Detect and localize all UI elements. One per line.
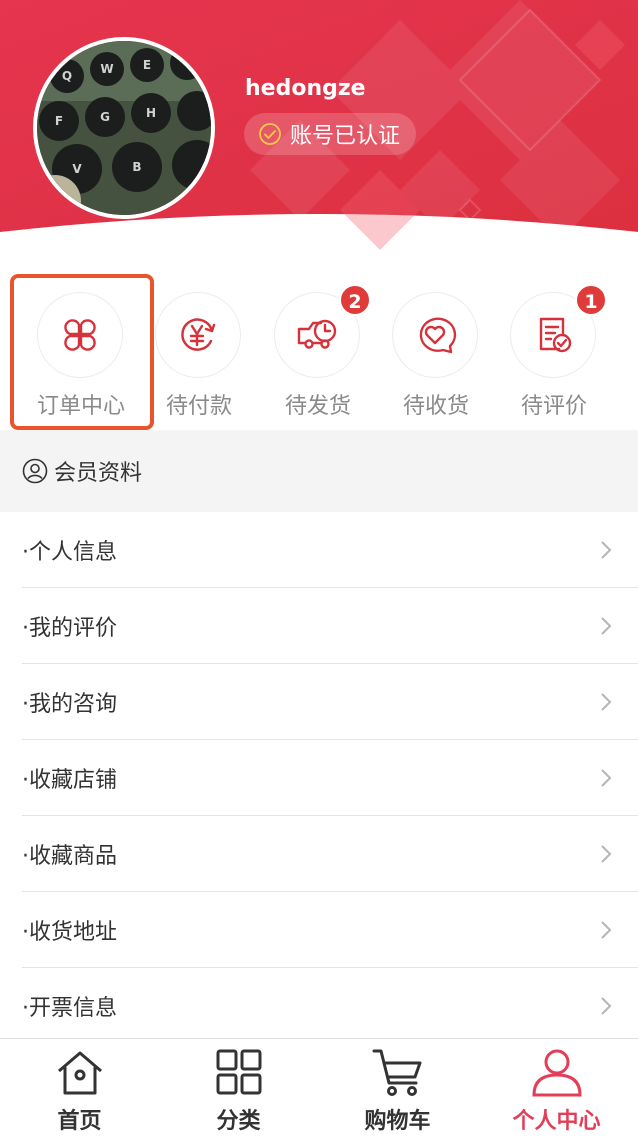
menu-item-label: ·收藏店铺	[22, 767, 117, 793]
user-icon	[532, 1049, 582, 1097]
member-section-title: 会员资料	[54, 461, 143, 486]
check-circle-icon	[259, 123, 281, 145]
member-menu: ·个人信息 ·我的评价 ·我的咨询 ·收藏店铺 ·收藏商品 ·收货地址 ·开票信…	[0, 512, 638, 1044]
tab-home[interactable]: 首页	[0, 1039, 159, 1136]
menu-item-label: ·我的咨询	[22, 691, 117, 717]
badge-count: 1	[575, 284, 607, 316]
svg-text:E: E	[143, 58, 151, 72]
order-label: 待发货	[284, 394, 351, 419]
cart-icon	[372, 1049, 422, 1096]
svg-text:V: V	[72, 162, 82, 176]
username: hedongze	[245, 76, 366, 101]
avatar[interactable]: Q W E F G H V B	[33, 37, 215, 219]
document-check-icon	[539, 317, 572, 353]
menu-item-favorite-products[interactable]: ·收藏商品	[22, 816, 638, 892]
menu-item-label: ·我的评价	[22, 615, 117, 641]
menu-item-label: ·开票信息	[22, 996, 117, 1021]
menu-item-my-inquiries[interactable]: ·我的咨询	[22, 664, 638, 740]
bottom-tab-bar: 首页 分类 购物车 个人中心	[0, 1038, 638, 1136]
svg-text:B: B	[132, 160, 141, 174]
tab-profile[interactable]: 个人中心	[477, 1039, 636, 1136]
chevron-right-icon	[601, 997, 612, 1015]
keyboard-photo: Q W E F G H V B	[37, 41, 211, 215]
selection-highlight	[10, 274, 154, 430]
menu-item-shipping-address[interactable]: ·收货地址	[22, 892, 638, 968]
svg-text:Q: Q	[62, 69, 72, 83]
tab-label: 分类	[216, 1109, 261, 1134]
svg-text:F: F	[55, 114, 63, 128]
svg-text:W: W	[100, 62, 113, 76]
menu-item-personal-info[interactable]: ·个人信息	[22, 512, 638, 588]
chevron-right-icon	[601, 617, 612, 635]
menu-item-invoice-info[interactable]: ·开票信息	[22, 968, 638, 1044]
chevron-right-icon	[601, 693, 612, 711]
tab-cart[interactable]: 购物车	[318, 1039, 477, 1136]
pending-review-button[interactable]: 1 待评价	[495, 284, 613, 430]
svg-text:G: G	[100, 110, 110, 124]
yen-refresh-icon	[181, 318, 216, 351]
home-icon	[58, 1051, 102, 1095]
heart-chat-icon	[419, 317, 457, 354]
delivery-truck-icon	[297, 319, 337, 349]
menu-item-favorite-shops[interactable]: ·收藏店铺	[22, 740, 638, 816]
member-section-header: 会员资料	[0, 430, 638, 512]
pending-shipment-button[interactable]: 2 待发货	[259, 284, 377, 430]
grid-icon	[216, 1049, 262, 1095]
badge-count: 2	[339, 284, 371, 316]
order-label: 待评价	[520, 394, 587, 419]
tab-label: 个人中心	[512, 1109, 601, 1134]
chevron-right-icon	[601, 541, 612, 559]
menu-item-my-reviews[interactable]: ·我的评价	[22, 588, 638, 664]
order-label: 待付款	[165, 394, 232, 419]
chevron-right-icon	[601, 845, 612, 863]
pending-payment-button[interactable]: 待付款	[140, 290, 258, 430]
menu-item-label: ·收藏商品	[22, 843, 117, 869]
profile-header: Q W E F G H V B hedongze 账号已认证	[0, 0, 638, 270]
verified-badge: 账号已认证	[244, 113, 417, 155]
chevron-right-icon	[601, 921, 612, 939]
tab-label: 首页	[57, 1109, 102, 1134]
pending-receipt-button[interactable]: 待收货	[377, 290, 495, 430]
menu-item-label: ·收货地址	[22, 919, 117, 945]
svg-text:H: H	[146, 106, 156, 120]
order-label: 待收货	[402, 394, 469, 419]
tab-category[interactable]: 分类	[159, 1039, 318, 1136]
verified-text: 账号已认证	[290, 124, 401, 149]
user-circle-icon	[22, 458, 48, 484]
menu-item-label: ·个人信息	[22, 539, 117, 565]
chevron-right-icon	[601, 769, 612, 787]
tab-label: 购物车	[364, 1109, 431, 1134]
